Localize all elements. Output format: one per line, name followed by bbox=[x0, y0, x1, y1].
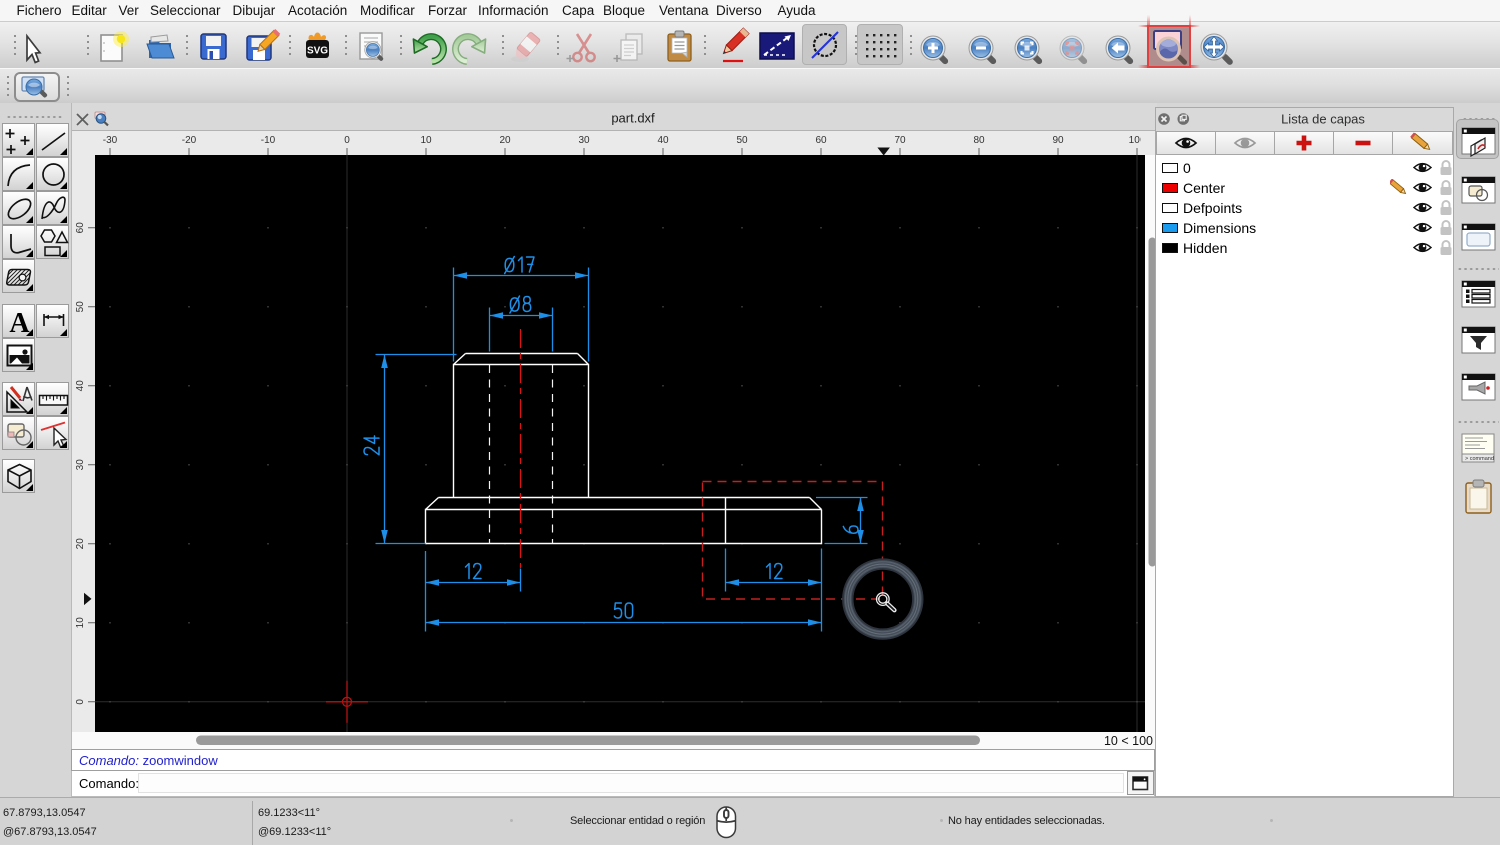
svg-text:part.dxf: part.dxf bbox=[611, 111, 655, 126]
svg-text:10: 10 bbox=[420, 135, 432, 146]
svg-text:20: 20 bbox=[499, 135, 511, 146]
svg-text:-10: -10 bbox=[261, 135, 276, 146]
svg-text:SVG: SVG bbox=[307, 46, 328, 57]
svg-text:40: 40 bbox=[75, 380, 86, 392]
svg-text:40: 40 bbox=[657, 135, 669, 146]
svg-text:10: 10 bbox=[75, 617, 86, 629]
svg-text:30: 30 bbox=[75, 459, 86, 471]
svg-text:20: 20 bbox=[75, 538, 86, 550]
svg-text:90: 90 bbox=[1052, 135, 1064, 146]
svg-text:30: 30 bbox=[578, 135, 590, 146]
svg-text:50: 50 bbox=[736, 135, 748, 146]
svg-text:-20: -20 bbox=[182, 135, 197, 146]
svg-text:50: 50 bbox=[75, 301, 86, 313]
svg-text:60: 60 bbox=[815, 135, 827, 146]
svg-text:0: 0 bbox=[344, 135, 350, 146]
svg-text:Lista de capas: Lista de capas bbox=[1281, 112, 1365, 127]
svg-text:> command: > command bbox=[1465, 456, 1494, 462]
svg-text:10 < 100: 10 < 100 bbox=[1104, 734, 1153, 748]
svg-text:70: 70 bbox=[894, 135, 906, 146]
svg-text:60: 60 bbox=[75, 222, 86, 234]
svg-text:0: 0 bbox=[75, 699, 86, 705]
svg-text:80: 80 bbox=[973, 135, 985, 146]
svg-text:-30: -30 bbox=[103, 135, 118, 146]
